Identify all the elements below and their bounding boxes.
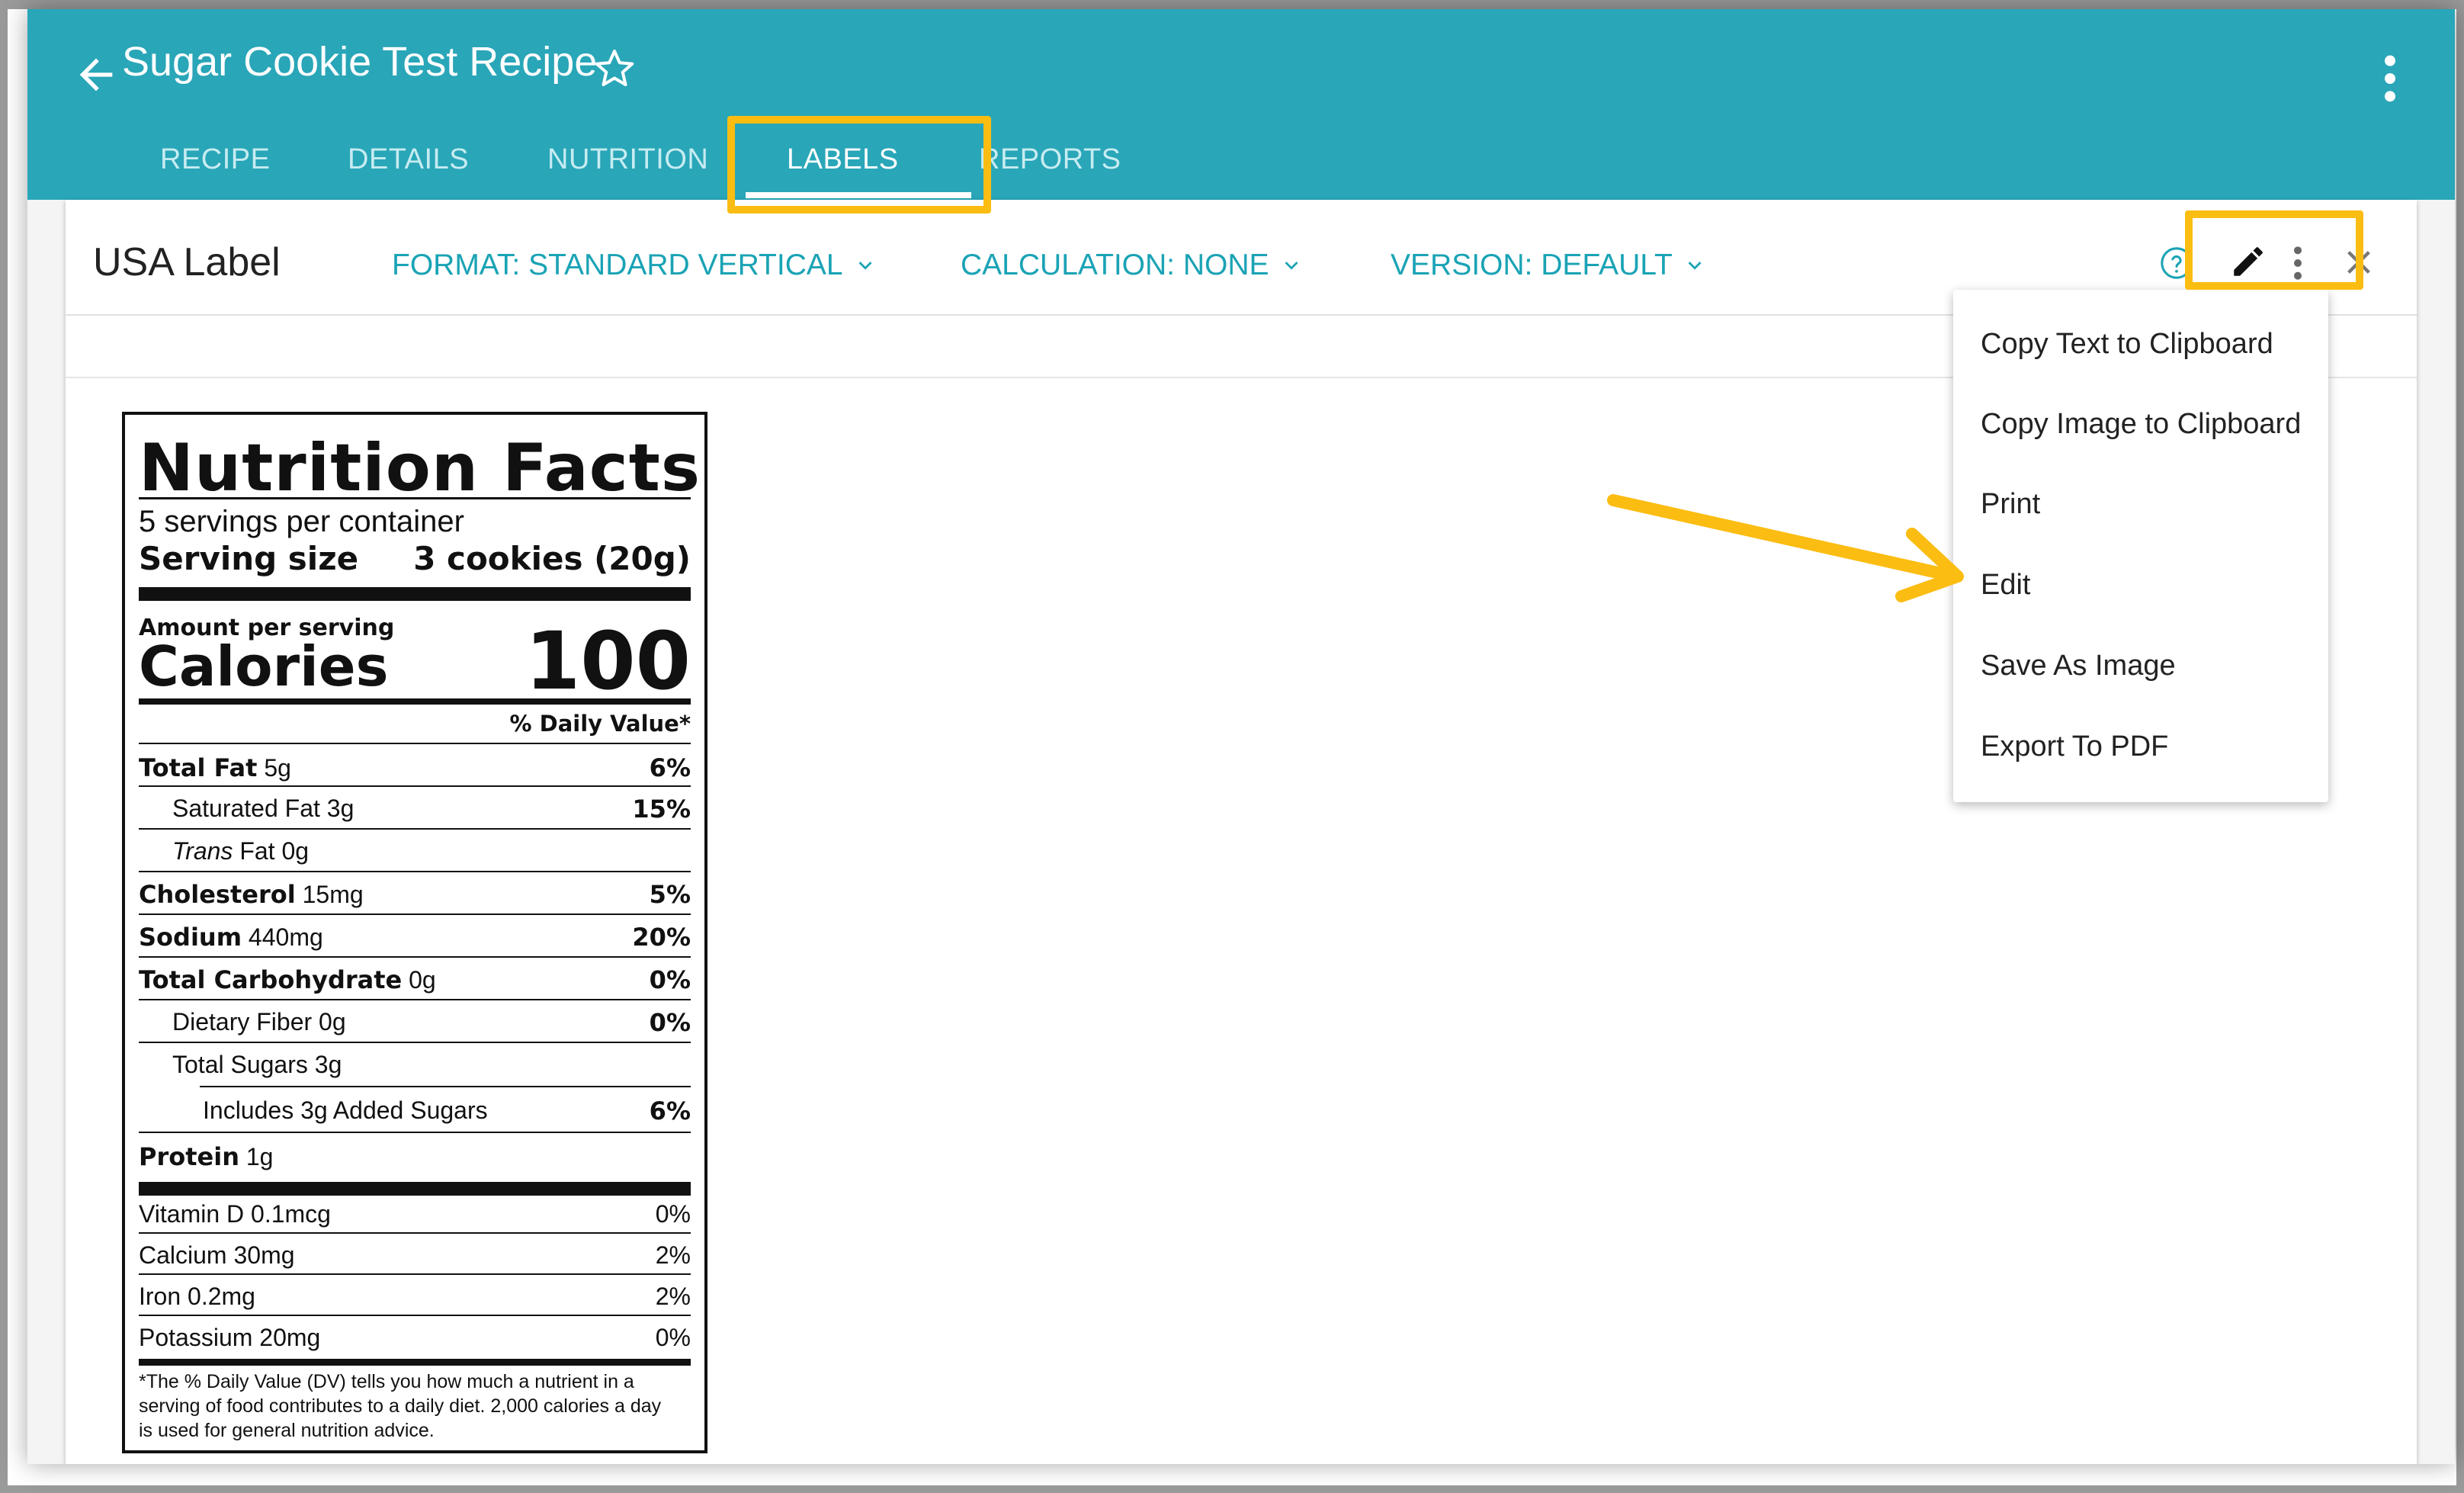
nutrient-total-fat: Total Fat 5g xyxy=(139,753,291,782)
annotation-arrow-icon xyxy=(1607,494,1964,602)
labels-tab-highlight xyxy=(727,116,991,214)
back-arrow-icon[interactable] xyxy=(72,50,120,99)
menu-item-save-as-image[interactable]: Save As Image xyxy=(1981,650,2176,682)
row-divider xyxy=(139,999,691,1000)
calories-label: Calories xyxy=(139,634,389,698)
calculation-dropdown[interactable]: CALCULATION: NONE xyxy=(961,249,1304,282)
daily-value-header: % Daily Value* xyxy=(509,711,691,737)
star-outline-icon[interactable] xyxy=(592,46,637,92)
version-dropdown[interactable]: VERSION: DEFAULT xyxy=(1391,249,1708,282)
page-title: Sugar Cookie Test Recipe xyxy=(122,39,598,85)
chevron-down-icon xyxy=(858,262,872,270)
row-divider xyxy=(139,1232,691,1234)
dv-saturated-fat: 15% xyxy=(632,795,691,824)
card-title: USA Label xyxy=(93,240,281,284)
nutrient-dietary-fiber: Dietary Fiber 0g xyxy=(172,1008,346,1035)
dv-total-carbohydrate: 0% xyxy=(649,965,691,994)
row-divider xyxy=(139,828,691,830)
row-divider xyxy=(139,1042,691,1043)
dv-potassium: 0% xyxy=(655,1324,691,1351)
calories-value: 100 xyxy=(525,615,691,708)
footnote-line-3: is used for general nutrition advice. xyxy=(139,1420,435,1441)
label-thick-rule xyxy=(139,1182,691,1196)
nutrient-trans-fat: Trans Fat 0g xyxy=(172,837,310,865)
row-divider xyxy=(139,785,691,787)
label-medium-rule xyxy=(139,1359,691,1366)
row-divider xyxy=(139,1273,691,1275)
menu-item-export-pdf[interactable]: Export To PDF xyxy=(1981,730,2168,763)
dv-iron: 2% xyxy=(655,1283,691,1310)
label-actions-menu: Copy Text to Clipboard Copy Image to Cli… xyxy=(1953,290,2328,802)
dv-dietary-fiber: 0% xyxy=(649,1008,691,1037)
nutrient-cholesterol: Cholesterol 15mg xyxy=(139,880,364,909)
tab-recipe[interactable]: RECIPE xyxy=(160,143,270,176)
format-dropdown-label: FORMAT: STANDARD VERTICAL xyxy=(392,249,843,281)
app-header: Sugar Cookie Test Recipe RECIPE DETAILS … xyxy=(27,9,2455,200)
footnote-line-2: serving of food contributes to a daily d… xyxy=(139,1395,662,1417)
footnote-line-1: *The % Daily Value (DV) tells you how mu… xyxy=(139,1371,634,1392)
vitamin-d: Vitamin D 0.1mcg xyxy=(139,1200,331,1228)
dv-added-sugars: 6% xyxy=(649,1096,691,1125)
app-window: Sugar Cookie Test Recipe RECIPE DETAILS … xyxy=(27,9,2455,1464)
nutrient-total-sugars: Total Sugars 3g xyxy=(172,1051,342,1078)
tab-nutrition[interactable]: NUTRITION xyxy=(547,143,708,176)
servings-per-container: 5 servings per container xyxy=(139,505,464,538)
row-divider xyxy=(139,1132,691,1133)
label-medium-rule xyxy=(139,698,691,705)
dv-cholesterol: 5% xyxy=(649,880,691,909)
dv-total-fat: 6% xyxy=(649,753,691,782)
label-thick-rule xyxy=(139,587,691,601)
nutrient-protein: Protein 1g xyxy=(139,1142,274,1171)
dv-sodium: 20% xyxy=(632,923,691,952)
nutrient-sodium: Sodium 440mg xyxy=(139,923,323,952)
dv-vitamin-d: 0% xyxy=(655,1200,691,1228)
label-rule xyxy=(139,497,691,499)
tab-details[interactable]: DETAILS xyxy=(348,143,469,176)
row-divider xyxy=(139,913,691,915)
row-divider xyxy=(139,956,691,958)
potassium: Potassium 20mg xyxy=(139,1324,321,1351)
row-divider xyxy=(139,1315,691,1316)
row-divider xyxy=(139,743,691,744)
menu-item-copy-image[interactable]: Copy Image to Clipboard xyxy=(1981,408,2301,441)
toolbar-actions-highlight xyxy=(2185,210,2363,290)
label-title: Nutrition Facts xyxy=(139,430,701,506)
iron: Iron 0.2mg xyxy=(139,1283,255,1310)
serving-size-value: 3 cookies (20g) xyxy=(413,540,691,577)
serving-size-label: Serving size xyxy=(139,540,359,577)
nutrition-facts-label: Nutrition Facts 5 servings per container… xyxy=(122,412,707,1453)
nutrient-added-sugars: Includes 3g Added Sugars xyxy=(203,1096,488,1124)
more-vert-icon[interactable] xyxy=(2377,52,2403,105)
nutrient-total-carbohydrate: Total Carbohydrate 0g xyxy=(139,965,436,994)
row-divider xyxy=(139,871,691,872)
tab-reports[interactable]: REPORTS xyxy=(979,143,1121,176)
calculation-dropdown-label: CALCULATION: NONE xyxy=(961,249,1269,281)
nutrient-saturated-fat: Saturated Fat 3g xyxy=(172,795,355,822)
chevron-down-icon xyxy=(1285,262,1298,270)
menu-item-copy-text[interactable]: Copy Text to Clipboard xyxy=(1981,328,2273,361)
row-divider xyxy=(200,1086,691,1087)
version-dropdown-label: VERSION: DEFAULT xyxy=(1391,249,1673,281)
calcium: Calcium 30mg xyxy=(139,1241,295,1269)
dv-calcium: 2% xyxy=(655,1241,691,1269)
chevron-down-icon xyxy=(1688,262,1702,270)
format-dropdown[interactable]: FORMAT: STANDARD VERTICAL xyxy=(392,249,878,282)
